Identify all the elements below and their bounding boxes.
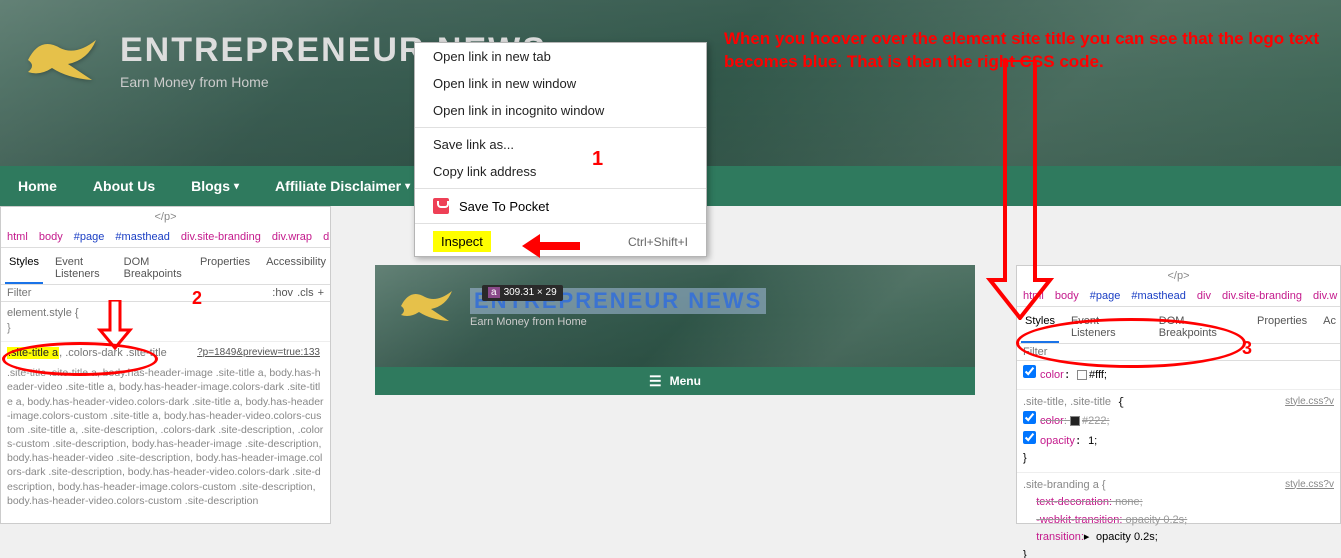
nav-blogs[interactable]: Blogs▾ (173, 166, 257, 206)
devtools-styles-right: </p> html body #page #masthead div div.s… (1016, 265, 1341, 524)
ctx-copy-link[interactable]: Copy link address (415, 158, 706, 185)
site-tagline: Earn Money from Home (470, 316, 766, 328)
breadcrumb[interactable]: html body #page #masthead div.site-brand… (1, 227, 330, 248)
separator (415, 223, 706, 224)
source-link[interactable]: style.css?v (1285, 394, 1334, 409)
ctx-open-incognito[interactable]: Open link in incognito window (415, 97, 706, 124)
hamburger-icon: ☰ (649, 373, 662, 390)
separator (415, 188, 706, 189)
css-toggle[interactable] (1023, 411, 1036, 424)
arrow-down-icon (985, 60, 1055, 320)
ctx-open-new-tab[interactable]: Open link in new tab (415, 43, 706, 70)
tab-accessibility[interactable]: Accessibility (262, 252, 330, 284)
html-closing: </p> (1, 207, 330, 227)
chevron-down-icon: ▾ (234, 181, 239, 192)
annotation-1: 1 (592, 148, 603, 171)
add-rule[interactable]: + (318, 287, 324, 299)
separator (415, 127, 706, 128)
source-link[interactable]: style.css?v (1285, 477, 1334, 492)
logo-bird-icon (395, 285, 455, 330)
arrow-left-icon (520, 232, 580, 260)
mobile-menu-toggle[interactable]: ☰ Menu (375, 367, 975, 395)
annotation-2: 2 (192, 288, 202, 309)
css-selector[interactable]: .site-title, .site-title (1023, 396, 1111, 408)
hov-toggle[interactable]: :hov (272, 287, 293, 299)
nav-affiliate[interactable]: Affiliate Disclaimer▾ (257, 166, 428, 206)
tab-accessibility[interactable]: Ac (1319, 311, 1340, 343)
pocket-icon (433, 198, 449, 214)
nav-home[interactable]: Home (0, 166, 75, 206)
css-toggle[interactable] (1023, 365, 1036, 378)
nav-about[interactable]: About Us (75, 166, 173, 206)
css-toggle[interactable] (1023, 431, 1036, 444)
context-menu: Open link in new tab Open link in new wi… (414, 42, 707, 257)
element-style[interactable]: element.style { (7, 306, 324, 321)
preview-site: ENTREPRENEUR NEWS Earn Money from Home ☰… (375, 265, 975, 395)
element-dimensions: a309.31 × 29 (482, 285, 563, 301)
css-long-selector[interactable]: .site-title .site-title a, body.has-head… (1, 366, 330, 508)
ctx-save-link[interactable]: Save link as... (415, 131, 706, 158)
tab-properties[interactable]: Properties (1253, 311, 1311, 343)
arrow-down-icon (95, 300, 135, 350)
filter-input[interactable] (7, 287, 268, 299)
ctx-save-pocket[interactable]: Save To Pocket (415, 192, 706, 220)
breadcrumb[interactable]: html body #page #masthead div div.site-b… (1017, 286, 1340, 307)
html-closing: </p> (1017, 266, 1340, 286)
annotation-text: When you hoover over the element site ti… (724, 28, 1324, 74)
chevron-down-icon: ▾ (405, 181, 410, 192)
cls-toggle[interactable]: .cls (297, 287, 314, 299)
devtools-tabs: Styles Event Listeners DOM Breakpoints P… (1, 248, 330, 285)
ctx-open-new-window[interactable]: Open link in new window (415, 70, 706, 97)
source-link[interactable]: ?p=1849&preview=true:133 (197, 346, 320, 360)
tab-styles[interactable]: Styles (5, 252, 43, 284)
tab-event-listeners[interactable]: Event Listeners (51, 252, 112, 284)
annotation-circle-2 (1016, 318, 1246, 368)
tab-properties[interactable]: Properties (196, 252, 254, 284)
logo-bird-icon (20, 30, 100, 90)
tab-dom-breakpoints[interactable]: DOM Breakpoints (120, 252, 188, 284)
css-selector[interactable]: .site-branding a { (1023, 479, 1106, 491)
